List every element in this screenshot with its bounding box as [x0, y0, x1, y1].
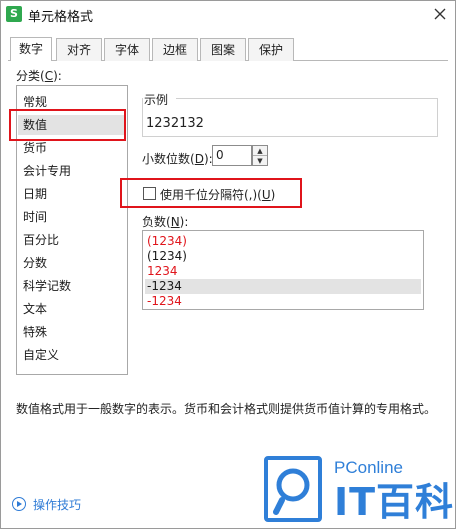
- watermark-name: IT百科: [334, 480, 455, 524]
- list-item-accounting[interactable]: 会计专用: [23, 161, 71, 181]
- list-item-text[interactable]: 文本: [23, 299, 47, 319]
- list-item-custom[interactable]: 自定义: [23, 345, 59, 365]
- spin-down-icon[interactable]: ▼: [253, 156, 267, 166]
- list-item[interactable]: 1234: [145, 264, 421, 279]
- app-icon: S: [6, 6, 22, 22]
- title-bar: S 单元格格式: [0, 0, 456, 30]
- decimal-spinner[interactable]: ▲ ▼: [252, 145, 268, 166]
- decimal-places-input[interactable]: 0: [212, 145, 252, 166]
- tab-font[interactable]: 字体: [104, 38, 150, 61]
- watermark-brand: PConline: [334, 458, 403, 477]
- tab-protection[interactable]: 保护: [248, 38, 294, 61]
- tab-number[interactable]: 数字: [10, 37, 52, 61]
- list-item-scientific[interactable]: 科学记数: [23, 276, 71, 296]
- negative-numbers-list[interactable]: (1234) (1234) 1234 -1234 -1234: [142, 230, 424, 310]
- list-item[interactable]: -1234: [145, 294, 421, 309]
- category-label: 分类(C):: [16, 69, 62, 83]
- close-button[interactable]: [430, 4, 450, 24]
- list-item-date[interactable]: 日期: [23, 184, 47, 204]
- list-item-fraction[interactable]: 分数: [23, 253, 47, 273]
- tab-alignment[interactable]: 对齐: [56, 38, 102, 61]
- window-title: 单元格格式: [28, 10, 94, 25]
- list-item-selected[interactable]: -1234: [145, 279, 421, 294]
- highlight-box-separator: [120, 178, 302, 208]
- tab-border[interactable]: 边框: [152, 38, 198, 61]
- highlight-box-number: [9, 109, 126, 141]
- watermark-logo: [264, 456, 322, 522]
- list-item[interactable]: (1234): [145, 234, 421, 249]
- close-icon: [434, 8, 446, 20]
- format-description: 数值格式用于一般数字的表示。货币和会计格式则提供货币值计算的专用格式。: [16, 402, 437, 416]
- negative-label: 负数(N):: [142, 215, 189, 229]
- sample-label: 示例: [144, 91, 172, 108]
- list-item-percentage[interactable]: 百分比: [23, 230, 59, 250]
- search-icon: [273, 468, 310, 515]
- tab-pattern[interactable]: 图案: [200, 38, 246, 61]
- spin-up-icon[interactable]: ▲: [253, 146, 267, 156]
- list-item[interactable]: (1234): [145, 249, 421, 264]
- decimal-label: 小数位数(D):: [142, 152, 213, 166]
- list-item-special[interactable]: 特殊: [23, 322, 47, 342]
- list-item-currency[interactable]: 货币: [23, 138, 47, 158]
- sample-value: 1232132: [146, 116, 204, 131]
- tips-link[interactable]: 操作技巧: [33, 496, 81, 513]
- play-icon[interactable]: [12, 497, 26, 511]
- list-item-time[interactable]: 时间: [23, 207, 47, 227]
